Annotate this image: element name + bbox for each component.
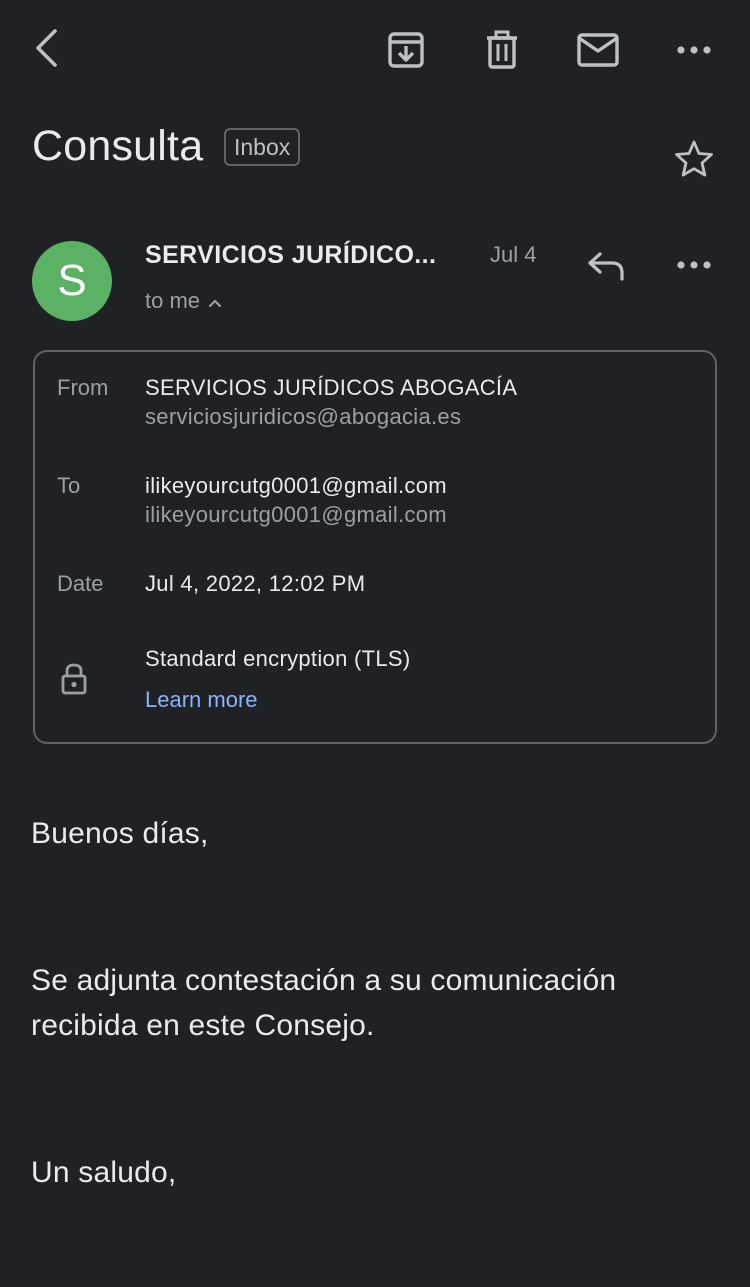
email-subject: Consulta [32, 122, 204, 170]
body-greeting: Buenos días, [31, 817, 209, 850]
from-label: From [57, 375, 109, 400]
encryption-status: Standard encryption (TLS) [145, 646, 411, 671]
recipient-summary: to me [145, 288, 201, 313]
email-date: Jul 4 [490, 242, 537, 267]
sender-name[interactable]: SERVICIOS JURÍDICO... [145, 238, 436, 272]
back-arrow-icon[interactable] [26, 26, 66, 70]
recipient-toggle[interactable]: to me [145, 286, 222, 316]
star-icon[interactable] [672, 136, 716, 180]
inbox-label-chip[interactable]: Inbox [224, 128, 301, 166]
sender-avatar[interactable]: S [32, 241, 112, 321]
archive-icon[interactable] [384, 28, 428, 72]
chevron-up-icon [208, 286, 222, 316]
reply-icon[interactable] [584, 244, 628, 288]
more-options-icon[interactable] [672, 30, 716, 70]
to-email[interactable]: ilikeyourcutg0001@gmail.com [145, 500, 447, 530]
to-name: ilikeyourcutg0001@gmail.com [145, 473, 447, 498]
date-value: Jul 4, 2022, 12:02 PM [145, 571, 366, 596]
message-more-options-icon[interactable] [672, 245, 716, 285]
body-closing: Un saludo, [31, 1156, 177, 1189]
mark-unread-icon[interactable] [574, 28, 622, 72]
from-name: SERVICIOS JURÍDICOS ABOGACÍA [145, 375, 518, 400]
from-email[interactable]: serviciosjuridicos@abogacia.es [145, 402, 461, 432]
date-label: Date [57, 571, 104, 596]
to-label: To [57, 473, 81, 498]
body-paragraph: Se adjunta contestación a su comunicació… [31, 964, 617, 1042]
delete-icon[interactable] [480, 28, 524, 72]
learn-more-link[interactable]: Learn more [145, 685, 258, 715]
lock-icon [60, 662, 88, 696]
